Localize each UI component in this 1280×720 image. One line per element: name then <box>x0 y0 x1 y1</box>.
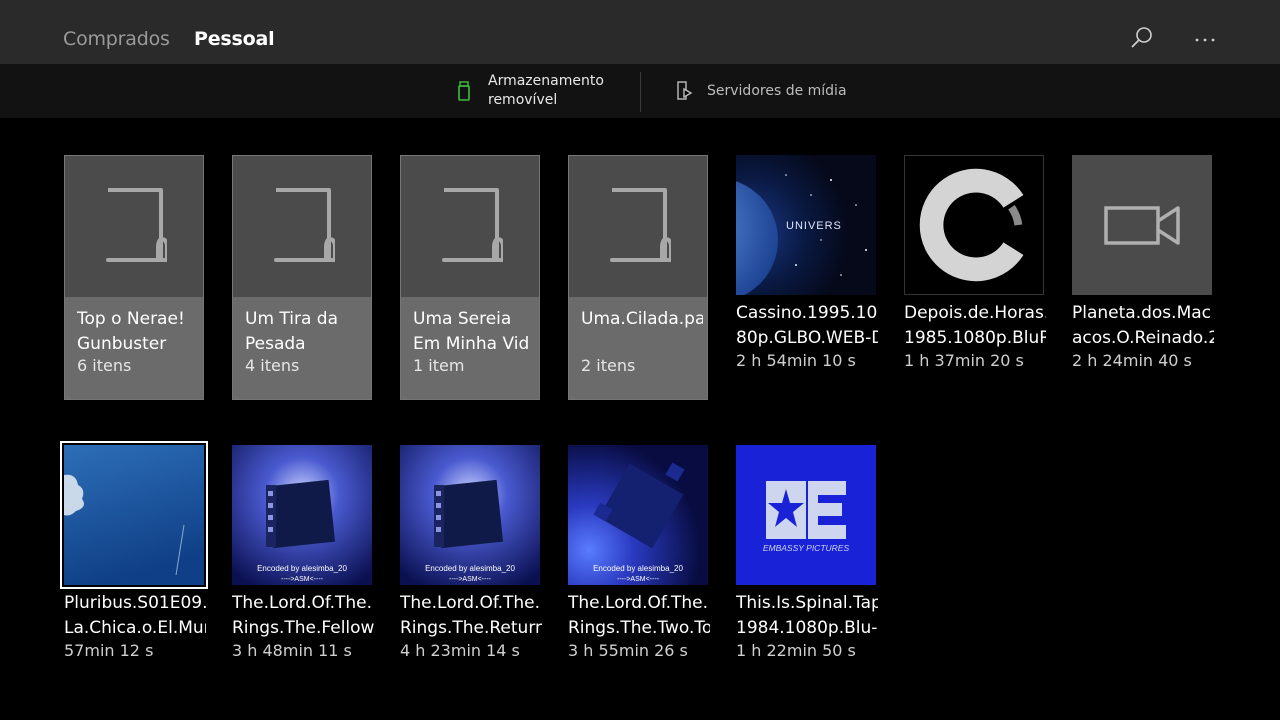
encoder-caption: Encoded by alesimba_20 <box>425 564 515 573</box>
encoder-caption: Encoded by alesimba_20 <box>593 564 683 573</box>
video-thumbnail: UNIVERS <box>736 155 876 295</box>
usb-drive-icon <box>456 80 472 102</box>
svg-text:UNIVERS: UNIVERS <box>786 220 842 232</box>
subnav-divider <box>640 72 641 112</box>
media-servers-label: Servidores de mídia <box>707 82 847 99</box>
folder-icon <box>274 188 335 262</box>
video-title-line1: Depois.de.Horas. <box>904 303 1046 323</box>
video-title-line2: acos.O.Reinado.2 <box>1072 328 1214 348</box>
folder-icon <box>610 188 671 262</box>
top-bar: Comprados Pessoal <box>0 0 1280 64</box>
encoder-tag: ---->ASM<---- <box>281 576 324 583</box>
video-duration: 1 h 22min 50 s <box>736 641 856 660</box>
source-bar: Armazenamento removível Servidores de mí… <box>0 64 1280 118</box>
video-duration: 3 h 55min 26 s <box>568 641 688 660</box>
search-icon[interactable] <box>1130 25 1156 51</box>
media-server-icon <box>676 80 694 102</box>
folder-name: Um Tira da Pesada <box>245 309 339 354</box>
video-title-line2: 1985.1080p.BluRa <box>904 328 1046 348</box>
video-thumbnail: Encoded by alesimba_20 ---->ASM<---- <box>568 445 708 585</box>
encoder-tag: ---->ASM<---- <box>449 576 492 583</box>
tab-comprados[interactable]: Comprados <box>63 28 170 50</box>
video-title-line1: Planeta.dos.Mac <box>1072 303 1211 323</box>
encoder-caption: Encoded by alesimba_20 <box>257 564 347 573</box>
video-duration: 2 h 24min 40 s <box>1072 351 1192 370</box>
video-duration: 4 h 23min 14 s <box>400 641 520 660</box>
video-duration: 1 h 37min 20 s <box>904 351 1024 370</box>
video-title-line2: 1984.1080p.Blu-ra <box>736 618 878 638</box>
video-duration: 2 h 54min 10 s <box>736 351 856 370</box>
video-camera-icon <box>1104 206 1180 245</box>
removable-storage-button[interactable]: Armazenamento removível <box>456 64 604 118</box>
video-thumbnail <box>1072 155 1212 295</box>
video-title-line1: The.Lord.Of.The. <box>232 593 373 613</box>
storage-label-line2: removível <box>488 92 558 108</box>
video-title-line2: 80p.GLBO.WEB-D <box>736 328 878 348</box>
video-title-line2: Rings.The.Fellows <box>232 618 374 638</box>
folder-name: Top o Nerae! Gunbuster <box>77 309 185 354</box>
video-thumbnail <box>64 445 204 585</box>
folder-item-count: 4 itens <box>245 356 300 375</box>
video-title-line1: Cassino.1995.10 <box>736 303 878 323</box>
folder-name: Uma.Cilada.para.Roger.Rab <box>581 309 703 329</box>
video-title-line1: This.Is.Spinal.Tap. <box>736 593 878 613</box>
embassy-logo-icon <box>766 481 846 539</box>
video-thumbnail: Encoded by alesimba_20 ---->ASM<---- <box>400 445 540 585</box>
video-thumbnail: Encoded by alesimba_20 ---->ASM<---- <box>232 445 372 585</box>
media-servers-button[interactable]: Servidores de mídia <box>676 64 847 118</box>
svg-text:EMBASSY PICTURES: EMBASSY PICTURES <box>763 543 850 553</box>
folder-icon <box>106 188 167 262</box>
video-title-line1: The.Lord.Of.The. <box>568 593 709 613</box>
folder-name: Uma Sereia Em Minha Vid <box>413 309 530 354</box>
video-title-line2: Rings.The.Two.To <box>568 618 710 638</box>
video-title-line1: Pluribus.S01E09. <box>64 593 206 613</box>
video-title-line2: Rings.The.Return. <box>400 618 542 638</box>
video-thumbnail: EMBASSY PICTURES <box>736 445 876 585</box>
tab-pessoal[interactable]: Pessoal <box>194 28 275 50</box>
video-duration: 3 h 48min 11 s <box>232 641 352 660</box>
video-title-line1: The.Lord.Of.The. <box>400 593 541 613</box>
more-icon[interactable] <box>1192 25 1218 51</box>
folder-icon <box>442 188 503 262</box>
folder-item-count: 1 item <box>413 356 465 375</box>
video-title-line2: La.Chica.o.El.Mun <box>64 618 206 638</box>
folder-item-count: 2 itens <box>581 356 636 375</box>
video-duration: 57min 12 s <box>64 641 154 660</box>
encoder-tag: ---->ASM<---- <box>617 576 660 583</box>
storage-label-line1: Armazenamento <box>488 73 604 89</box>
video-thumbnail <box>904 155 1044 295</box>
folder-item-count: 6 itens <box>77 356 132 375</box>
